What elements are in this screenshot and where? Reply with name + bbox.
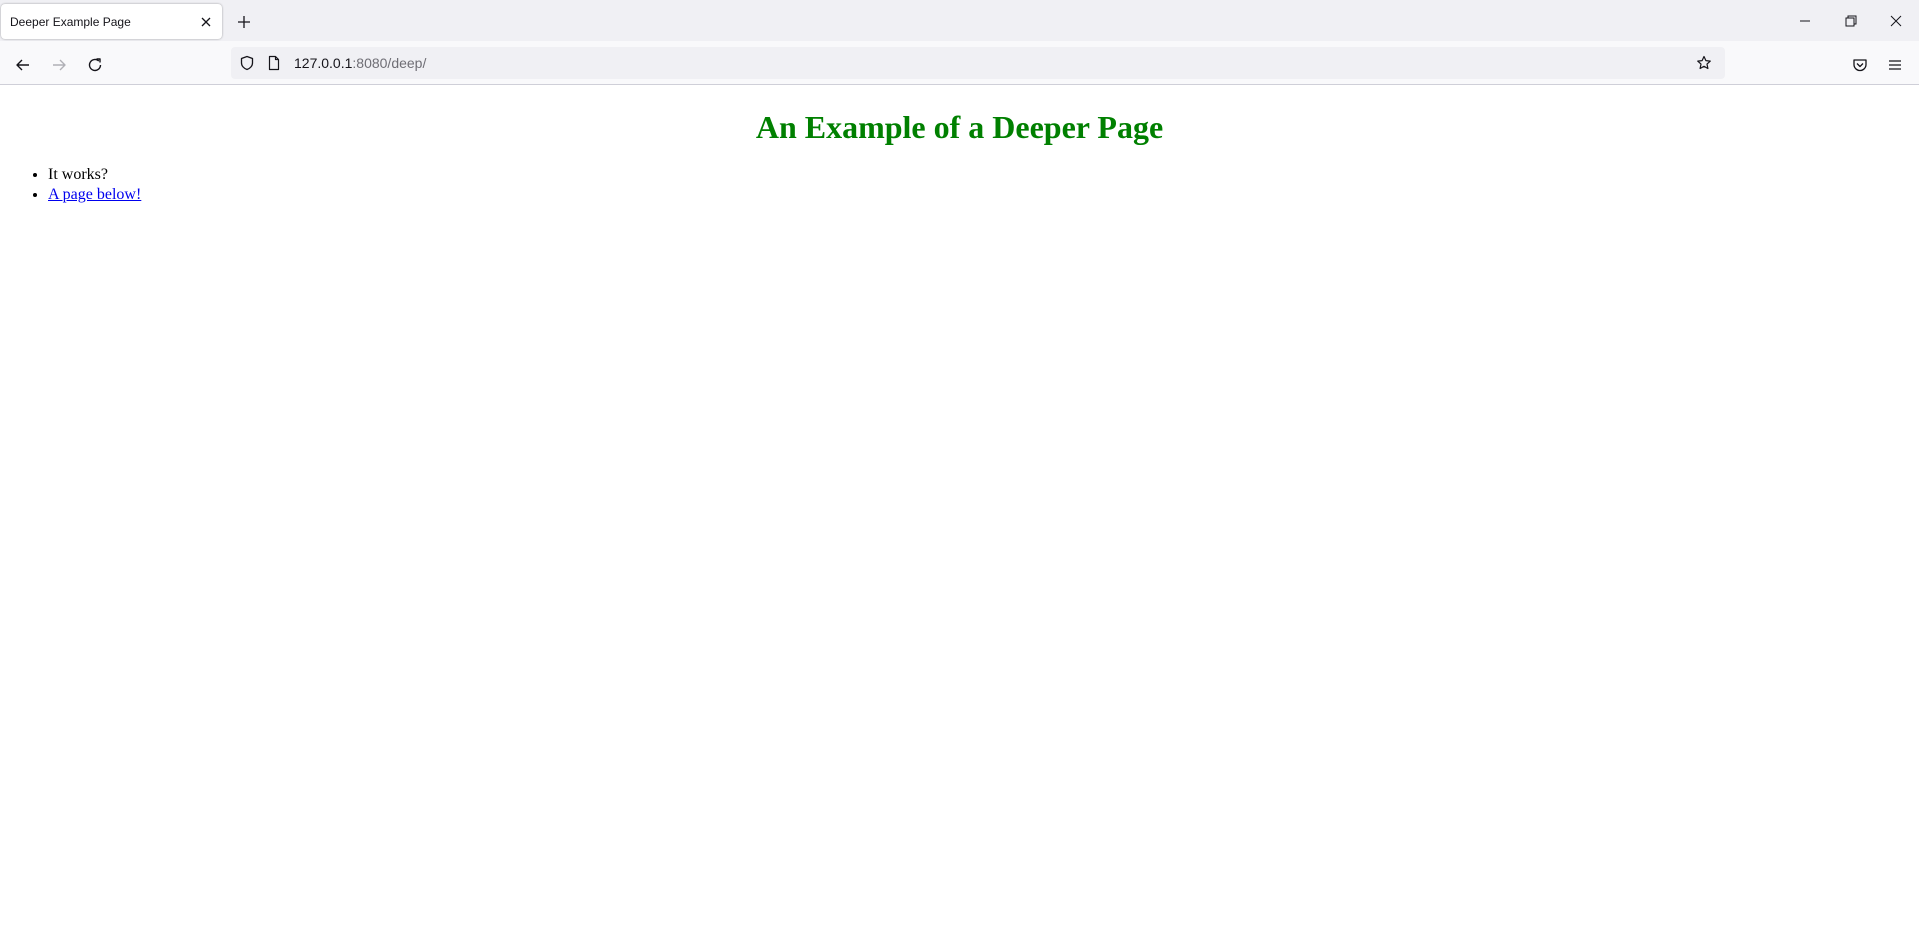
- url-host: 127.0.0.1: [294, 55, 353, 71]
- arrow-right-icon[interactable]: [43, 49, 75, 81]
- page-below-link[interactable]: A page below!: [48, 186, 141, 203]
- navigation-toolbar: 127.0.0.1:8080/deep/: [0, 41, 1919, 85]
- tab-strip: Deeper Example Page: [0, 0, 1919, 41]
- page-icon[interactable]: [264, 53, 284, 73]
- restore-icon[interactable]: [1828, 0, 1874, 41]
- hamburger-icon[interactable]: [1879, 49, 1911, 81]
- shield-icon[interactable]: [237, 53, 257, 73]
- minimize-icon[interactable]: [1782, 0, 1828, 41]
- url-text[interactable]: 127.0.0.1:8080/deep/: [294, 54, 426, 72]
- url-path: :8080/deep/: [352, 55, 427, 71]
- arrow-left-icon[interactable]: [7, 49, 39, 81]
- url-bar[interactable]: 127.0.0.1:8080/deep/: [231, 47, 1725, 79]
- star-icon[interactable]: [1694, 53, 1714, 73]
- list-item: A page below!: [48, 185, 141, 205]
- list-item-text: It works?: [48, 166, 108, 183]
- page-list: It works? A page below!: [8, 165, 141, 205]
- close-icon[interactable]: [192, 8, 220, 36]
- pocket-icon[interactable]: [1844, 49, 1876, 81]
- close-window-icon[interactable]: [1873, 0, 1919, 41]
- plus-icon[interactable]: [230, 8, 258, 36]
- page-content: An Example of a Deeper Page It works? A …: [0, 86, 1919, 941]
- tab-title: Deeper Example Page: [10, 14, 131, 29]
- reload-icon[interactable]: [79, 49, 111, 81]
- list-item: It works?: [48, 165, 141, 185]
- page-heading: An Example of a Deeper Page: [755, 109, 1164, 145]
- tab-deeper-example-page[interactable]: Deeper Example Page: [1, 4, 222, 39]
